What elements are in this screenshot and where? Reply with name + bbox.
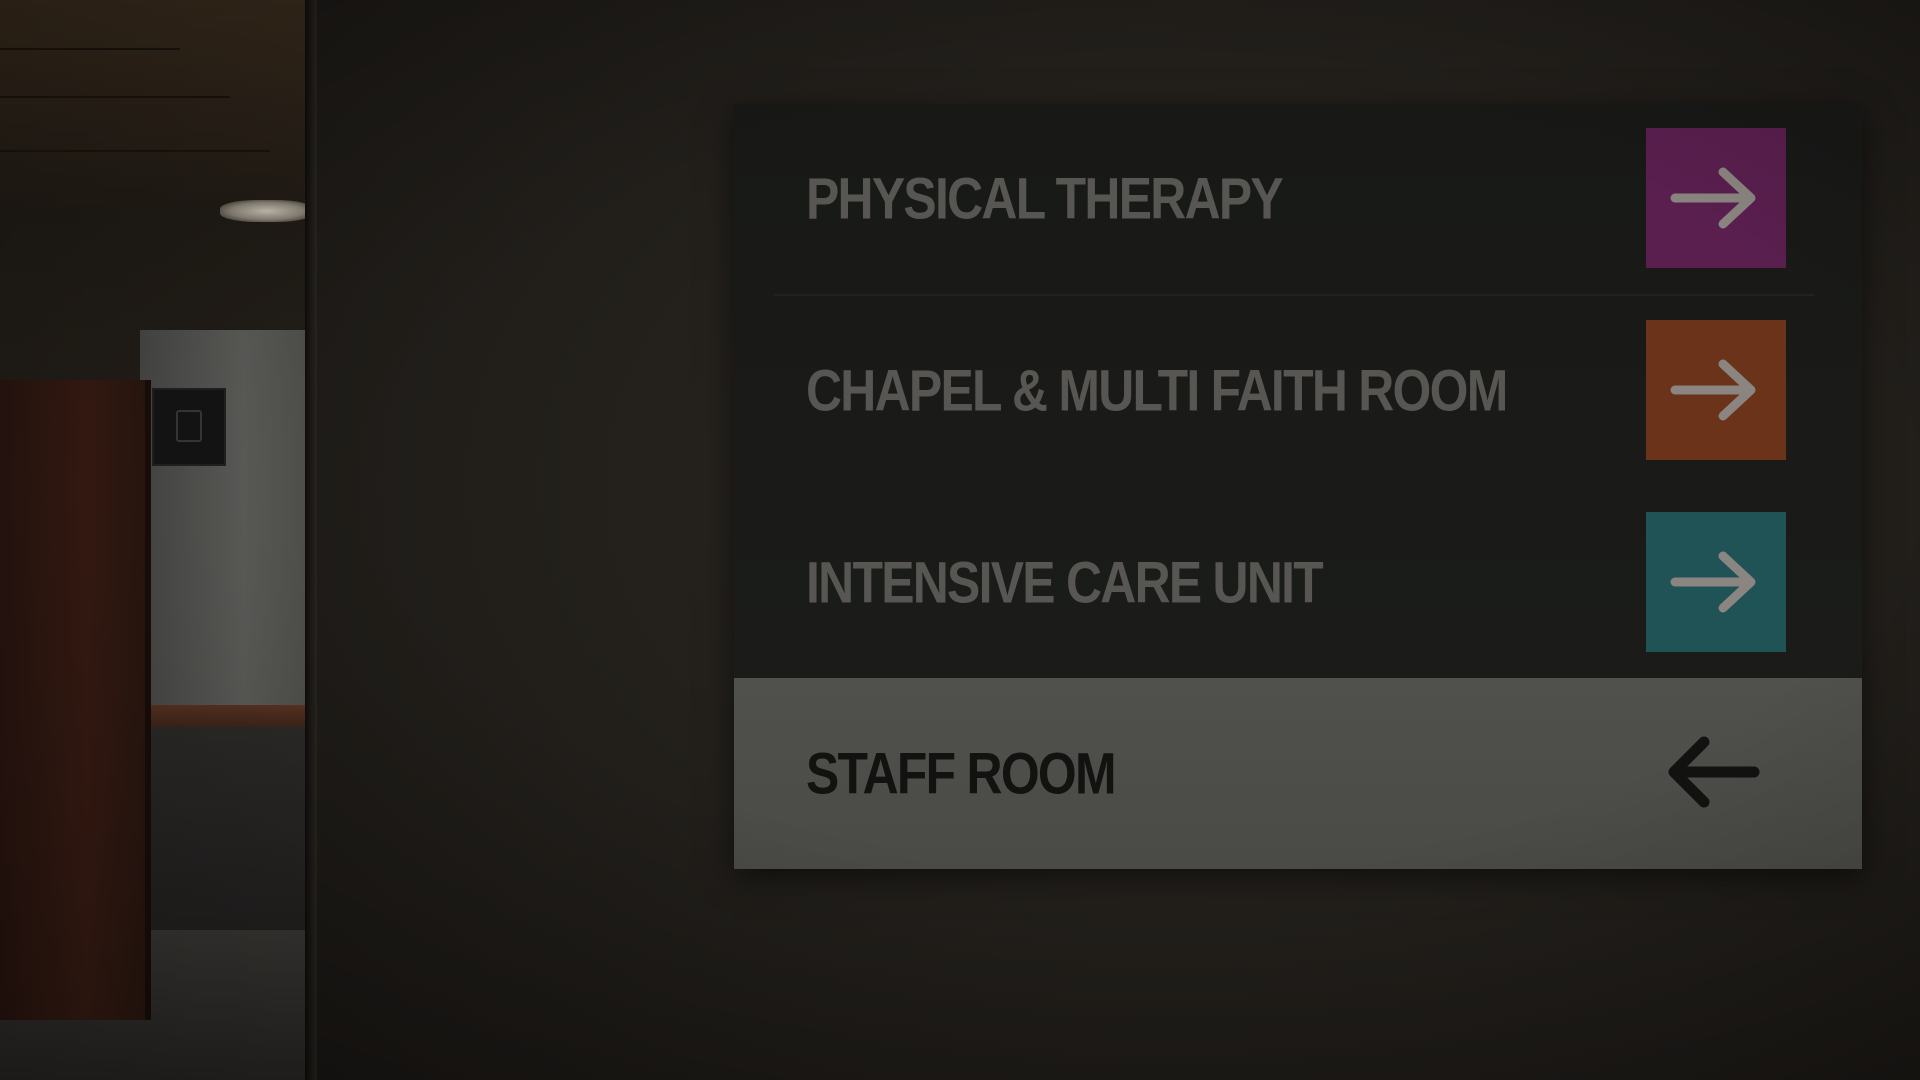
sign-row-chapel: CHAPEL & MULTI FAITH ROOM — [734, 296, 1862, 486]
sign-row-label: PHYSICAL THERAPY — [806, 166, 1284, 232]
arrow-right-icon — [1646, 512, 1786, 652]
corridor-view — [0, 0, 313, 1080]
sign-row-icu: INTENSIVE CARE UNIT — [734, 488, 1862, 678]
sign-row-physical-therapy: PHYSICAL THERAPY — [734, 104, 1862, 294]
staff-room-label: STAFF ROOM — [806, 741, 1117, 806]
hospital-hallway-scene: PHYSICAL THERAPY CHAPEL & MULTI FAITH RO… — [0, 0, 1920, 1080]
arrow-right-glyph — [1670, 551, 1756, 613]
sign-row-label: CHAPEL & MULTI FAITH ROOM — [806, 358, 1508, 424]
corridor-ceiling — [0, 0, 313, 210]
wall-corner-edge — [305, 0, 317, 1080]
ceiling-tile-line — [0, 150, 270, 152]
corridor-handrail — [140, 705, 313, 727]
ceiling-tile-line — [0, 96, 230, 98]
door-sign-icon — [176, 410, 202, 442]
ceiling-tile-line — [0, 48, 180, 50]
sign-dark-panel: PHYSICAL THERAPY CHAPEL & MULTI FAITH RO… — [734, 104, 1862, 678]
ceiling-light — [220, 200, 313, 222]
arrow-right-icon — [1646, 128, 1786, 268]
arrow-right-icon — [1646, 320, 1786, 460]
corridor-lower-wall — [140, 727, 313, 947]
directory-sign: PHYSICAL THERAPY CHAPEL & MULTI FAITH RO… — [734, 104, 1862, 869]
arrow-right-glyph — [1670, 359, 1756, 421]
sign-light-panel: STAFF ROOM — [734, 678, 1862, 869]
small-door-sign — [152, 388, 226, 466]
arrow-right-glyph — [1670, 167, 1756, 229]
corridor-door — [0, 380, 151, 1020]
sign-row-label: INTENSIVE CARE UNIT — [806, 550, 1324, 616]
arrow-left-icon — [1668, 736, 1760, 808]
